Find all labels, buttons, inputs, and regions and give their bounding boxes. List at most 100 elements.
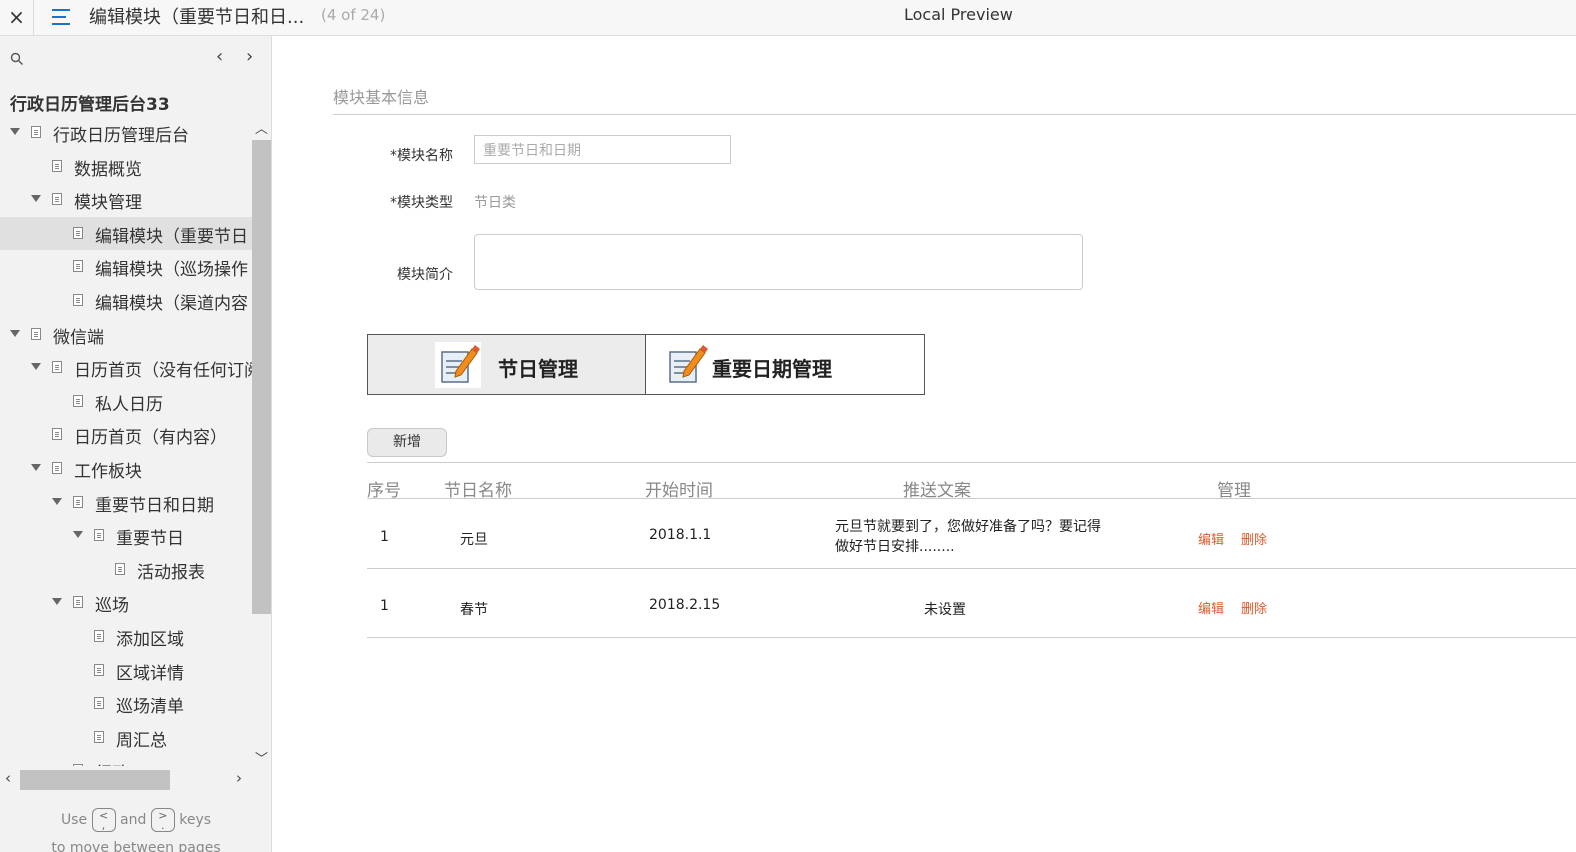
scroll-right-icon[interactable]: ›: [236, 769, 242, 787]
cell-name: 元旦: [460, 532, 488, 548]
sidebar-tree-item-label: 行政: [95, 759, 129, 766]
module-name-input[interactable]: [474, 135, 731, 164]
page-icon: [115, 562, 125, 575]
section-divider: [333, 114, 1576, 115]
scroll-down-icon[interactable]: ﹀: [255, 748, 268, 767]
page-icon: [31, 327, 41, 340]
table-header-divider: [367, 498, 1576, 499]
scroll-up-icon[interactable]: ︿: [255, 118, 268, 137]
hint-text-use: Use: [60, 812, 88, 828]
page-icon: [73, 764, 83, 766]
sidebar-tree-item-label: 周汇总: [116, 730, 167, 751]
section-title: 模块基本信息: [333, 88, 430, 107]
page-count: (4 of 24): [321, 6, 386, 24]
caret-down-icon[interactable]: [73, 531, 83, 539]
caret-down-icon[interactable]: [31, 363, 41, 371]
caret-down-icon[interactable]: [52, 598, 62, 606]
sidebar-tree-item[interactable]: 微信端: [0, 318, 252, 351]
delete-link[interactable]: 删除: [1241, 598, 1267, 617]
edit-link[interactable]: 编辑: [1198, 529, 1224, 548]
cell-push: 元旦节就要到了，您做好准备了吗？要记得做好节日安排........: [835, 519, 1101, 555]
page-icon: [73, 226, 83, 239]
module-intro-textarea[interactable]: [474, 234, 1083, 290]
sidebar-tree-item[interactable]: 添加区域: [0, 620, 252, 653]
sidebar-tree-item[interactable]: 工作板块: [0, 452, 252, 485]
caret-down-icon[interactable]: [10, 329, 20, 337]
app-window: × 编辑模块（重要节日和日... (4 of 24) Local Preview…: [0, 0, 1576, 852]
horizontal-scrollbar-thumb[interactable]: [20, 770, 170, 790]
vertical-scrollbar-thumb[interactable]: [252, 140, 271, 614]
sidebar-tree-item-label: 日历首页（没有任何订阅: [74, 361, 252, 382]
cell-index: 1: [380, 529, 389, 545]
sidebar-tree-item[interactable]: 区域详情: [0, 654, 252, 687]
keyboard-hint-line2: to move between pages: [51, 840, 221, 852]
tab-important-dates[interactable]: 重要日期管理: [646, 335, 924, 394]
page-icon: [94, 730, 104, 743]
search-icon[interactable]: [10, 52, 24, 66]
cell-start: 2018.1.1: [649, 527, 712, 543]
page-icon: [73, 260, 83, 273]
close-button[interactable]: ×: [0, 0, 34, 35]
page-icon: [52, 428, 62, 441]
page-icon: [31, 126, 41, 138]
sidebar-tree-item-label: 添加区域: [116, 630, 184, 650]
caret-down-icon[interactable]: [10, 128, 20, 135]
sidebar-tree-item[interactable]: 重要节日: [0, 519, 252, 552]
sidebar-tree-item-label: 私人日历: [95, 394, 163, 415]
sidebar-tree-item-label: 巡场清单: [116, 697, 184, 718]
sidebar-tree-item[interactable]: 编辑模块（巡场操作: [0, 250, 252, 283]
tab-bar: 节日管理 重要日期管理: [367, 334, 925, 395]
key-prev-icon: <,: [91, 808, 116, 832]
sidebar-tree-item[interactable]: 编辑模块（渠道内容: [0, 284, 252, 317]
page-tree: 行政日历管理后台数据概览模块管理编辑模块（重要节日编辑模块（巡场操作 编辑模块（渠…: [0, 116, 252, 766]
delete-link[interactable]: 删除: [1241, 529, 1267, 548]
sidebar-tree-item[interactable]: 私人日历: [0, 385, 252, 418]
caret-down-icon[interactable]: [31, 464, 41, 471]
sidebar-tree-item[interactable]: 编辑模块（重要节日: [0, 216, 252, 250]
edit-document-icon: [435, 342, 481, 388]
table-top-divider: [367, 462, 1576, 463]
add-button[interactable]: 新增: [367, 428, 447, 457]
main-content: 模块基本信息 *模块名称 *模块类型 节日类 模块简介 节日管理: [273, 36, 1576, 852]
edit-link[interactable]: 编辑: [1198, 598, 1224, 617]
sidebar-tree-item[interactable]: 日历首页（没有任何订阅: [0, 351, 252, 384]
sidebar-tree-item-label: 活动报表: [137, 562, 205, 583]
cell-start: 2018.2.15: [649, 597, 721, 613]
sidebar-tree-item-label: 区域详情: [116, 663, 184, 684]
hint-text-and: and: [120, 812, 147, 828]
page-icon: [52, 193, 62, 206]
sidebar-tree-item-label: 日历首页（有内容）: [74, 428, 227, 449]
sidebar-tree-item[interactable]: 巡场清单: [0, 687, 252, 720]
sidebar-tree-item[interactable]: 周汇总: [0, 721, 252, 754]
menu-icon[interactable]: [50, 6, 74, 30]
previous-page-button[interactable]: ‹: [216, 46, 223, 67]
page-icon: [73, 294, 83, 306]
edit-document-icon: [669, 345, 708, 383]
module-intro-label: 模块简介: [397, 267, 453, 283]
page-icon: [94, 663, 104, 676]
sidebar-tree-item[interactable]: 数据概览: [0, 150, 252, 183]
sidebar-tree-item[interactable]: 行政日历管理后台: [0, 116, 252, 149]
page-icon: [94, 529, 104, 542]
sidebar-tree-item[interactable]: 巡场: [0, 586, 252, 619]
module-name-label: *模块名称: [390, 148, 453, 164]
sidebar-tree-item[interactable]: 活动报表: [0, 553, 252, 586]
tab-holiday-management[interactable]: 节日管理: [368, 335, 646, 394]
page-icon: [73, 394, 83, 407]
sidebar-tree-item-label: 数据概览: [74, 159, 142, 180]
hint-text-keys: keys: [179, 812, 212, 828]
sidebar-tree-item-label: 编辑模块（重要节日: [95, 226, 248, 247]
sidebar: ‹ › 行政日历管理后台33 行政日历管理后台 数据概览 模块管理 编辑模块（重要节日…: [0, 36, 272, 852]
keyboard-hint: Use <, and >. keys: [0, 808, 272, 832]
caret-down-icon[interactable]: [31, 195, 41, 203]
page-icon: [73, 596, 83, 609]
next-page-button[interactable]: ›: [246, 46, 253, 67]
module-type-label: *模块类型: [390, 195, 453, 211]
sidebar-tree-item[interactable]: 日历首页（有内容）: [0, 418, 252, 451]
sidebar-tree-item[interactable]: 行政: [0, 754, 252, 766]
sidebar-tree-item[interactable]: 模块管理: [0, 183, 252, 216]
caret-down-icon[interactable]: [52, 497, 62, 505]
sidebar-tree-item[interactable]: 重要节日和日期: [0, 486, 252, 519]
module-type-value: 节日类: [474, 195, 516, 211]
scroll-left-icon[interactable]: ‹: [5, 769, 11, 787]
